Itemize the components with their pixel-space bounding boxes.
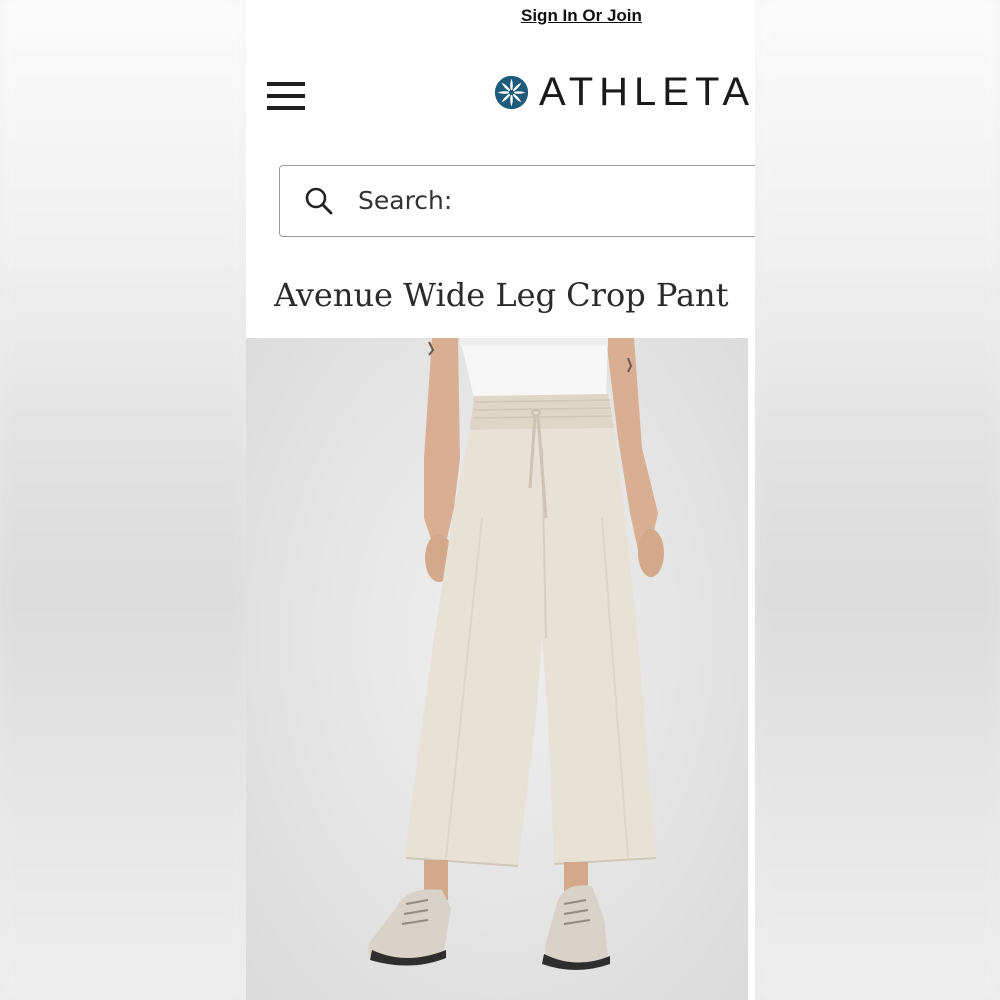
brand-logo-link[interactable]: ATHLETA bbox=[494, 70, 755, 114]
image-gutter bbox=[748, 338, 755, 1000]
brand-name: ATHLETA bbox=[539, 69, 755, 114]
phone-screen: Sign In Or Join ATHLETA Search: Avenue W… bbox=[246, 0, 755, 1000]
sign-in-link[interactable]: Sign In Or Join bbox=[521, 6, 642, 26]
product-title: Avenue Wide Leg Crop Pant bbox=[274, 276, 729, 314]
search-icon bbox=[305, 187, 333, 215]
search-input[interactable]: Search: bbox=[279, 165, 755, 237]
product-photo-illustration bbox=[368, 338, 664, 970]
menu-icon[interactable] bbox=[267, 82, 305, 112]
product-image[interactable] bbox=[246, 338, 748, 1000]
background-blur-left bbox=[0, 0, 246, 1000]
background-blur-right bbox=[755, 0, 1000, 1000]
athleta-logo-icon bbox=[494, 75, 529, 109]
search-label: Search: bbox=[358, 186, 453, 215]
